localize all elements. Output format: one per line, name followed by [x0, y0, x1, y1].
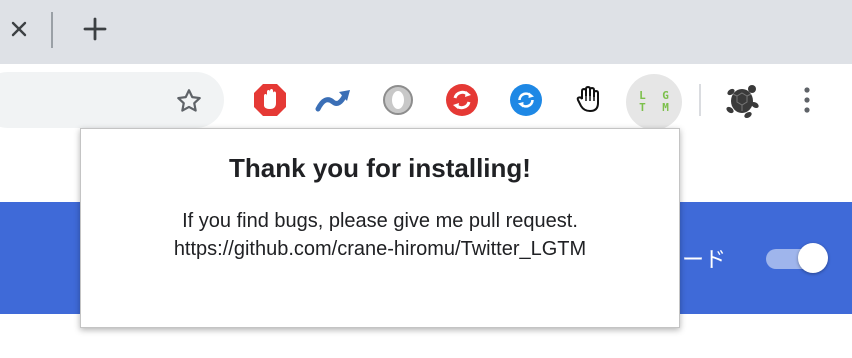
extension-gray-ring-button[interactable]	[378, 80, 418, 120]
extension-lgtm-button[interactable]: L G T M	[626, 74, 682, 130]
extension-turtle-button[interactable]	[722, 80, 762, 120]
turtle-icon	[726, 85, 759, 119]
star-outline-icon	[177, 89, 201, 112]
close-icon	[11, 21, 27, 37]
new-tab-button[interactable]	[80, 14, 110, 44]
extension-red-refresh-button[interactable]	[442, 80, 482, 120]
toggle-knob	[798, 243, 828, 273]
toggle-label: ード	[682, 247, 727, 272]
kebab-menu-icon	[804, 87, 810, 113]
extension-wave-arrow-button[interactable]	[314, 80, 354, 120]
plus-icon	[83, 17, 107, 41]
extension-hand-cursor-button[interactable]	[570, 80, 610, 120]
red-refresh-icon	[446, 84, 478, 116]
blue-wave-arrow-icon	[315, 90, 350, 112]
toolbar-separator	[699, 84, 701, 116]
bookmark-button[interactable]	[170, 82, 208, 120]
extension-popup: Thank you for installing! If you find bu…	[80, 128, 680, 328]
browser-toolbar: L G T M	[0, 64, 852, 136]
mode-toggle[interactable]	[766, 242, 828, 276]
popup-title: Thank you for installing!	[229, 153, 531, 183]
lgtm-icon: L G T M	[639, 89, 674, 114]
close-tab-button[interactable]	[6, 16, 32, 42]
popup-repo-url: https://github.com/crane-hiromu/Twitter_…	[173, 238, 587, 260]
blue-sync-icon	[510, 84, 542, 116]
popup-message: If you find bugs, please give me pull re…	[81, 207, 679, 263]
tab-divider	[51, 12, 53, 48]
tab-strip	[0, 0, 852, 64]
browser-menu-button[interactable]	[792, 80, 822, 120]
glove-hand-icon	[576, 85, 599, 113]
popup-message-line: If you find bugs, please give me pull re…	[182, 210, 578, 232]
gray-ring-icon	[383, 85, 413, 115]
extension-adblock-button[interactable]	[250, 80, 290, 120]
extension-blue-sync-button[interactable]	[506, 80, 546, 120]
red-octagon-hand-icon	[254, 84, 286, 116]
